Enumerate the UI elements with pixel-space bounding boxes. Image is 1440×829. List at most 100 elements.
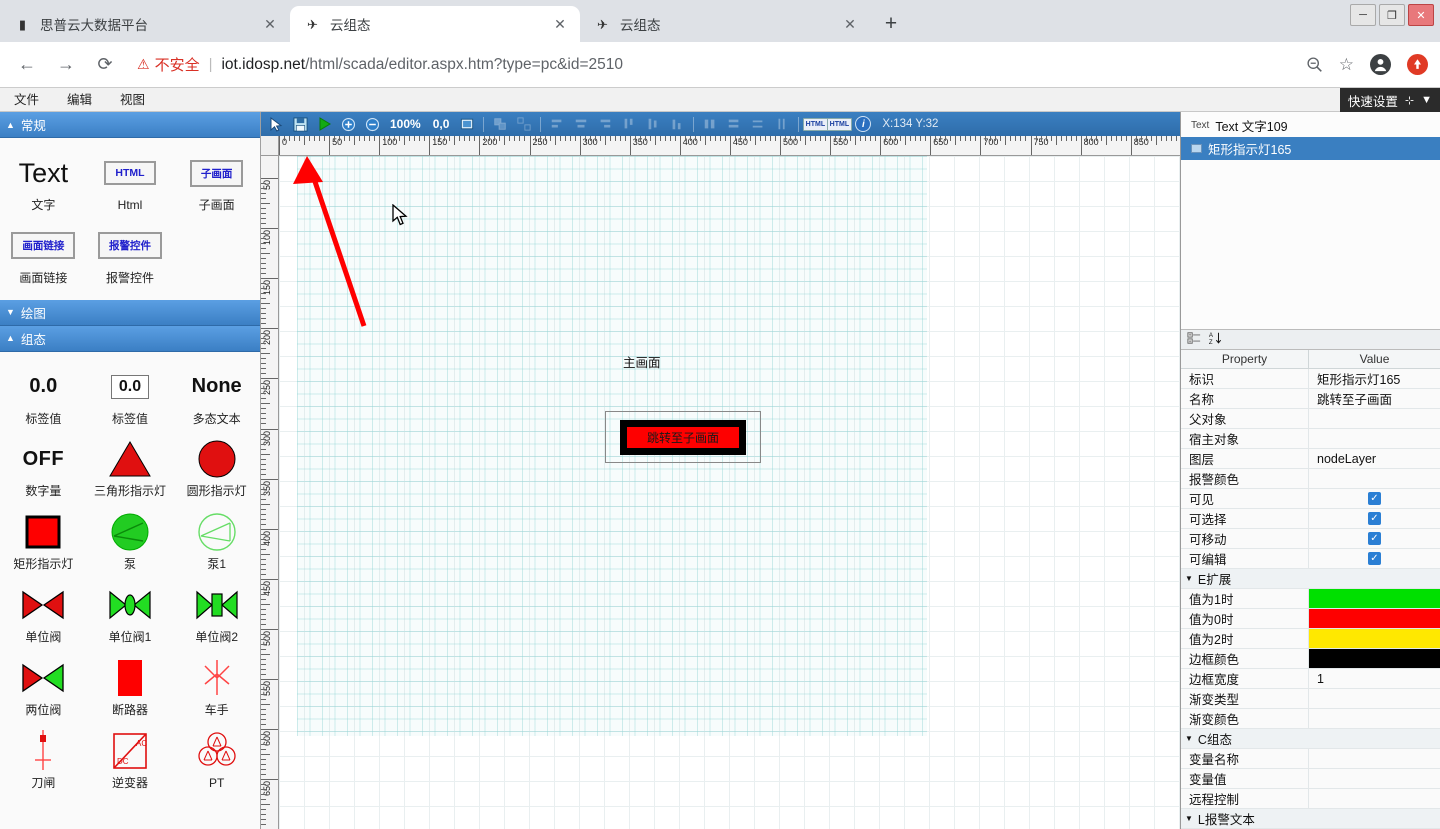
property-group-row[interactable]: ▼ L报警文本 — [1181, 809, 1440, 829]
property-value[interactable] — [1309, 469, 1440, 488]
play-icon[interactable] — [313, 114, 335, 134]
align-right-icon[interactable] — [594, 114, 616, 134]
property-value[interactable]: ✓ — [1309, 529, 1440, 548]
property-row[interactable]: 可见 ✓ — [1181, 489, 1440, 509]
categorized-icon[interactable]: + + — [1187, 331, 1201, 348]
select-arrow-icon[interactable] — [265, 114, 287, 134]
property-row[interactable]: 标识 矩形指示灯165 — [1181, 369, 1440, 389]
property-row[interactable]: 可选择 ✓ — [1181, 509, 1440, 529]
chevron-down-icon[interactable]: ▼ — [1421, 94, 1432, 106]
palette-item-rect-indicator[interactable]: 矩形指示灯 — [0, 503, 87, 576]
property-value[interactable]: 矩形指示灯165 — [1309, 369, 1440, 388]
palette-item-pt[interactable]: PT — [173, 722, 260, 795]
property-value[interactable] — [1309, 569, 1440, 588]
checkbox-checked-icon[interactable]: ✓ — [1368, 552, 1381, 565]
tab-close-button[interactable]: ✕ — [550, 14, 570, 34]
profile-avatar-icon[interactable] — [1370, 54, 1391, 75]
property-value[interactable]: ✓ — [1309, 549, 1440, 568]
back-icon[interactable]: ← — [12, 50, 42, 80]
align-center-h-icon[interactable] — [570, 114, 592, 134]
tree-node-text109[interactable]: Text Text 文字109 — [1181, 114, 1440, 137]
property-row[interactable]: 报警颜色 — [1181, 469, 1440, 489]
same-width-icon[interactable] — [723, 114, 745, 134]
property-value[interactable] — [1309, 709, 1440, 728]
palette-item-circle-indicator[interactable]: 圆形指示灯 — [173, 430, 260, 503]
align-top-icon[interactable] — [618, 114, 640, 134]
browser-tab-2[interactable]: ✈ 云组态 ✕ — [290, 6, 580, 42]
canvas-text-main-title[interactable]: 主画面 — [623, 352, 661, 371]
palette-item-alarmwidget[interactable]: 报警控件 报警控件 — [87, 217, 174, 290]
palette-item-disconnector[interactable]: 刀闸 — [0, 722, 87, 795]
property-row[interactable]: 图层 nodeLayer — [1181, 449, 1440, 469]
property-group-row[interactable]: ▼ E扩展 — [1181, 569, 1440, 589]
checkbox-checked-icon[interactable]: ✓ — [1368, 492, 1381, 505]
rect-indicator-lamp[interactable]: 跳转至子画面 — [620, 420, 746, 455]
palette-item-tagvalue-box[interactable]: 0.0 标签值 — [87, 358, 174, 431]
info-button[interactable]: i — [852, 114, 874, 134]
save-disk-icon[interactable] — [289, 114, 311, 134]
palette-item-valve1[interactable]: 单位阀1 — [87, 576, 174, 649]
property-value[interactable] — [1309, 689, 1440, 708]
property-row[interactable]: 值为0时 — [1181, 609, 1440, 629]
property-value[interactable] — [1309, 809, 1440, 828]
quick-settings[interactable]: 快速设置 ⊹ ▼ — [1339, 88, 1440, 112]
align-middle-v-icon[interactable] — [642, 114, 664, 134]
grid-icon[interactable]: ⊹ — [1405, 94, 1414, 107]
html-export-button-2[interactable]: HTML — [826, 114, 853, 134]
distribute-h-icon[interactable] — [699, 114, 721, 134]
tab-close-button[interactable]: ✕ — [840, 14, 860, 34]
palette-item-triangle-indicator[interactable]: 三角形指示灯 — [87, 430, 174, 503]
palette-item-handcart[interactable]: 车手 — [173, 649, 260, 722]
chevron-down-icon[interactable]: ▼ — [1185, 734, 1193, 743]
property-value[interactable] — [1309, 629, 1440, 648]
palette-item-inverter[interactable]: AC DC 逆变器 — [87, 722, 174, 795]
property-row[interactable]: 远程控制 — [1181, 789, 1440, 809]
property-row[interactable]: 名称 跳转至子画面 — [1181, 389, 1440, 409]
align-left-icon[interactable] — [546, 114, 568, 134]
color-swatch[interactable] — [1309, 589, 1440, 608]
palette-item-html[interactable]: HTML Html — [87, 144, 174, 217]
section-header-config[interactable]: ▲ 组态 — [0, 325, 260, 352]
group-icon[interactable] — [489, 114, 511, 134]
ungroup-icon[interactable] — [513, 114, 535, 134]
checkbox-checked-icon[interactable]: ✓ — [1368, 512, 1381, 525]
property-row[interactable]: 变量值 — [1181, 769, 1440, 789]
property-value[interactable] — [1309, 429, 1440, 448]
same-size-icon[interactable] — [771, 114, 793, 134]
property-row[interactable]: 宿主对象 — [1181, 429, 1440, 449]
property-row[interactable]: 边框宽度 1 — [1181, 669, 1440, 689]
zoom-out-icon[interactable] — [361, 114, 383, 134]
extension-icon[interactable] — [1407, 54, 1428, 75]
bookmark-star-icon[interactable]: ☆ — [1339, 55, 1354, 75]
design-canvas[interactable]: 主画面 跳转至子画面 — [279, 156, 1180, 829]
palette-item-pump[interactable]: 泵 — [87, 503, 174, 576]
screen-icon[interactable] — [456, 114, 478, 134]
property-value[interactable] — [1309, 769, 1440, 788]
property-row[interactable]: 边框颜色 — [1181, 649, 1440, 669]
palette-item-multistate-text[interactable]: None 多态文本 — [173, 358, 260, 431]
palette-item-pump1[interactable]: 泵1 — [173, 503, 260, 576]
tree-node-rect165[interactable]: 矩形指示灯165 — [1181, 137, 1440, 160]
checkbox-checked-icon[interactable]: ✓ — [1368, 532, 1381, 545]
property-row[interactable]: 值为1时 — [1181, 589, 1440, 609]
property-value[interactable]: ✓ — [1309, 489, 1440, 508]
palette-item-breaker[interactable]: 断路器 — [87, 649, 174, 722]
property-value[interactable]: nodeLayer — [1309, 449, 1440, 468]
forward-icon[interactable]: → — [51, 50, 81, 80]
color-swatch[interactable] — [1309, 609, 1440, 628]
property-row[interactable]: 可移动 ✓ — [1181, 529, 1440, 549]
menu-file[interactable]: 文件 — [0, 88, 53, 112]
color-swatch[interactable] — [1309, 649, 1440, 668]
property-value[interactable]: 跳转至子画面 — [1309, 389, 1440, 408]
palette-item-subscreen[interactable]: 子画面 子画面 — [173, 144, 260, 217]
alphabetical-sort-icon[interactable]: AZ — [1208, 331, 1222, 348]
zoom-out-icon[interactable] — [1306, 56, 1323, 73]
property-value[interactable] — [1309, 609, 1440, 628]
property-group-row[interactable]: ▼ C组态 — [1181, 729, 1440, 749]
section-header-general[interactable]: ▲ 常规 — [0, 112, 260, 138]
align-bottom-icon[interactable] — [666, 114, 688, 134]
color-swatch[interactable] — [1309, 629, 1440, 648]
browser-tab-1[interactable]: ▮ 思普云大数据平台 ✕ — [0, 6, 290, 42]
zoom-in-icon[interactable] — [337, 114, 359, 134]
property-row[interactable]: 父对象 — [1181, 409, 1440, 429]
